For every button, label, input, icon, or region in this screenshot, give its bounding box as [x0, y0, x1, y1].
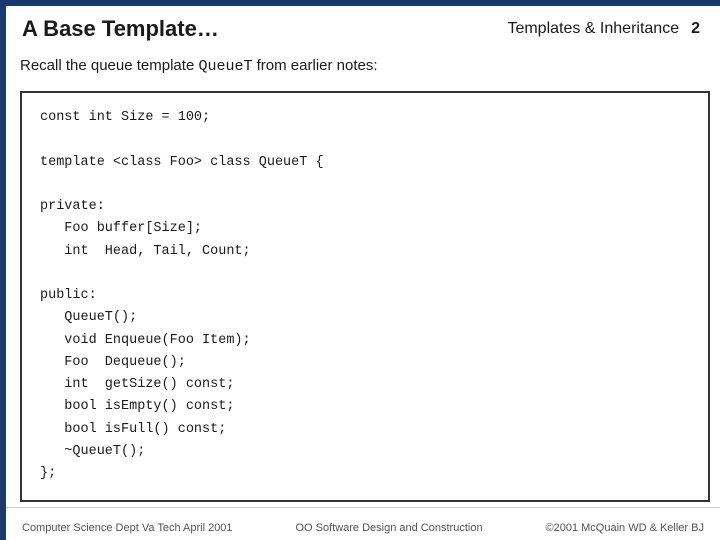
section-label: Templates & Inheritance [507, 20, 679, 38]
footer-divider [6, 507, 720, 508]
page-number: 2 [691, 20, 700, 38]
content-area: Recall the queue template QueueT from ea… [20, 55, 710, 495]
recall-code: QueueT [198, 58, 252, 75]
slide-title: A Base Template… [22, 16, 219, 42]
header-right: Templates & Inheritance 2 [507, 20, 700, 38]
header: A Base Template… Templates & Inheritance… [6, 6, 720, 48]
footer-right: ©2001 McQuain WD & Keller BJ [545, 522, 704, 534]
recall-text: Recall the queue template QueueT from ea… [20, 55, 710, 77]
slide-container: A Base Template… Templates & Inheritance… [0, 0, 720, 540]
footer-center: OO Software Design and Construction [295, 522, 482, 534]
footer: Computer Science Dept Va Tech April 2001… [6, 522, 720, 534]
code-block: const int Size = 100; template <class Fo… [20, 91, 710, 502]
left-border [0, 0, 6, 540]
recall-after: from earlier notes: [252, 57, 377, 74]
footer-left: Computer Science Dept Va Tech April 2001 [22, 522, 233, 534]
recall-before: Recall the queue template [20, 57, 198, 74]
